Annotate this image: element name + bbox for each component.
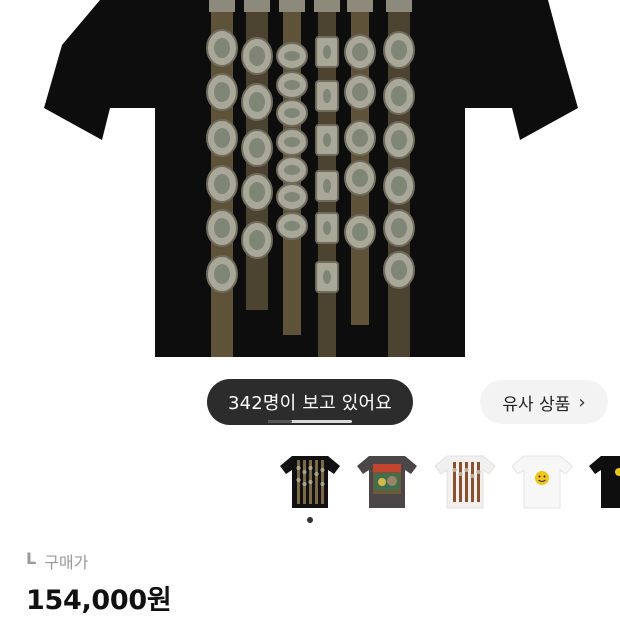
belt-concho-center [214, 82, 230, 102]
viewer-count-badge: 342명이 보고 있어요 [207, 379, 413, 425]
belt-concho-center [391, 176, 407, 196]
belt-concho-center [323, 221, 331, 235]
similar-products-label: 유사 상품 [502, 394, 571, 415]
belt-concho-center [323, 45, 331, 59]
thumbnail-2[interactable] [355, 448, 419, 512]
belt-concho-center [391, 40, 407, 60]
image-scroll-thumb [268, 420, 292, 423]
belt-concho-center [249, 92, 265, 112]
belt-concho-center [249, 138, 265, 158]
image-scroll-indicator [268, 420, 352, 423]
thumbnail-strip [0, 440, 620, 520]
belt-concho-center [323, 133, 331, 147]
size-purchase-line: L 구매가 [26, 549, 88, 573]
chevron-right-icon: › [578, 391, 586, 413]
belt-concho-center [284, 108, 300, 118]
size-label: L [26, 549, 37, 568]
belt-concho-center [284, 80, 300, 90]
belt-buckle [386, 0, 412, 12]
belt-concho-center [352, 169, 368, 187]
belt-buckle [279, 0, 305, 12]
belt-concho-center [284, 165, 300, 175]
price: 154,000원 [26, 585, 172, 616]
belt-concho-center [214, 174, 230, 194]
thumbnail-5[interactable] [587, 448, 620, 512]
thumbnail-selected-dot [307, 517, 313, 523]
belt-concho-center [284, 221, 300, 231]
t-shirt-graphic [44, 0, 578, 357]
belt-concho-center [249, 230, 265, 250]
belt-concho-center [249, 182, 265, 202]
thumbnail-4[interactable] [510, 448, 574, 512]
belt-concho-center [323, 270, 331, 284]
belt-concho-center [323, 89, 331, 103]
belt-concho-center [284, 192, 300, 202]
belt-concho-center [214, 264, 230, 284]
belt-concho-center [214, 218, 230, 238]
belt-concho-center [323, 179, 331, 193]
belt-concho-center [352, 43, 368, 61]
thumbnail-3[interactable] [433, 448, 497, 512]
belt-concho-center [352, 83, 368, 101]
belt-concho-center [214, 128, 230, 148]
belt-concho-center [284, 137, 300, 147]
purchase-label: 구매가 [44, 553, 89, 572]
belt-concho-center [391, 130, 407, 150]
belt-concho-center [352, 129, 368, 147]
belt-buckle [209, 0, 235, 12]
belt-buckle [347, 0, 373, 12]
belt-concho-center [249, 46, 265, 66]
belt-concho-center [284, 51, 300, 61]
belt-buckle [314, 0, 340, 12]
similar-products-button[interactable]: 유사 상품 › [480, 380, 608, 424]
product-image[interactable] [0, 0, 620, 357]
thumbnail-1[interactable] [278, 448, 342, 512]
belt-concho-center [391, 218, 407, 238]
belt-concho-center [352, 223, 368, 241]
belt-concho-center [391, 260, 407, 280]
belt-concho-center [214, 38, 230, 58]
belt-concho-center [391, 86, 407, 106]
viewer-count-text: 342명이 보고 있어요 [227, 393, 393, 414]
belt-buckle [244, 0, 270, 12]
